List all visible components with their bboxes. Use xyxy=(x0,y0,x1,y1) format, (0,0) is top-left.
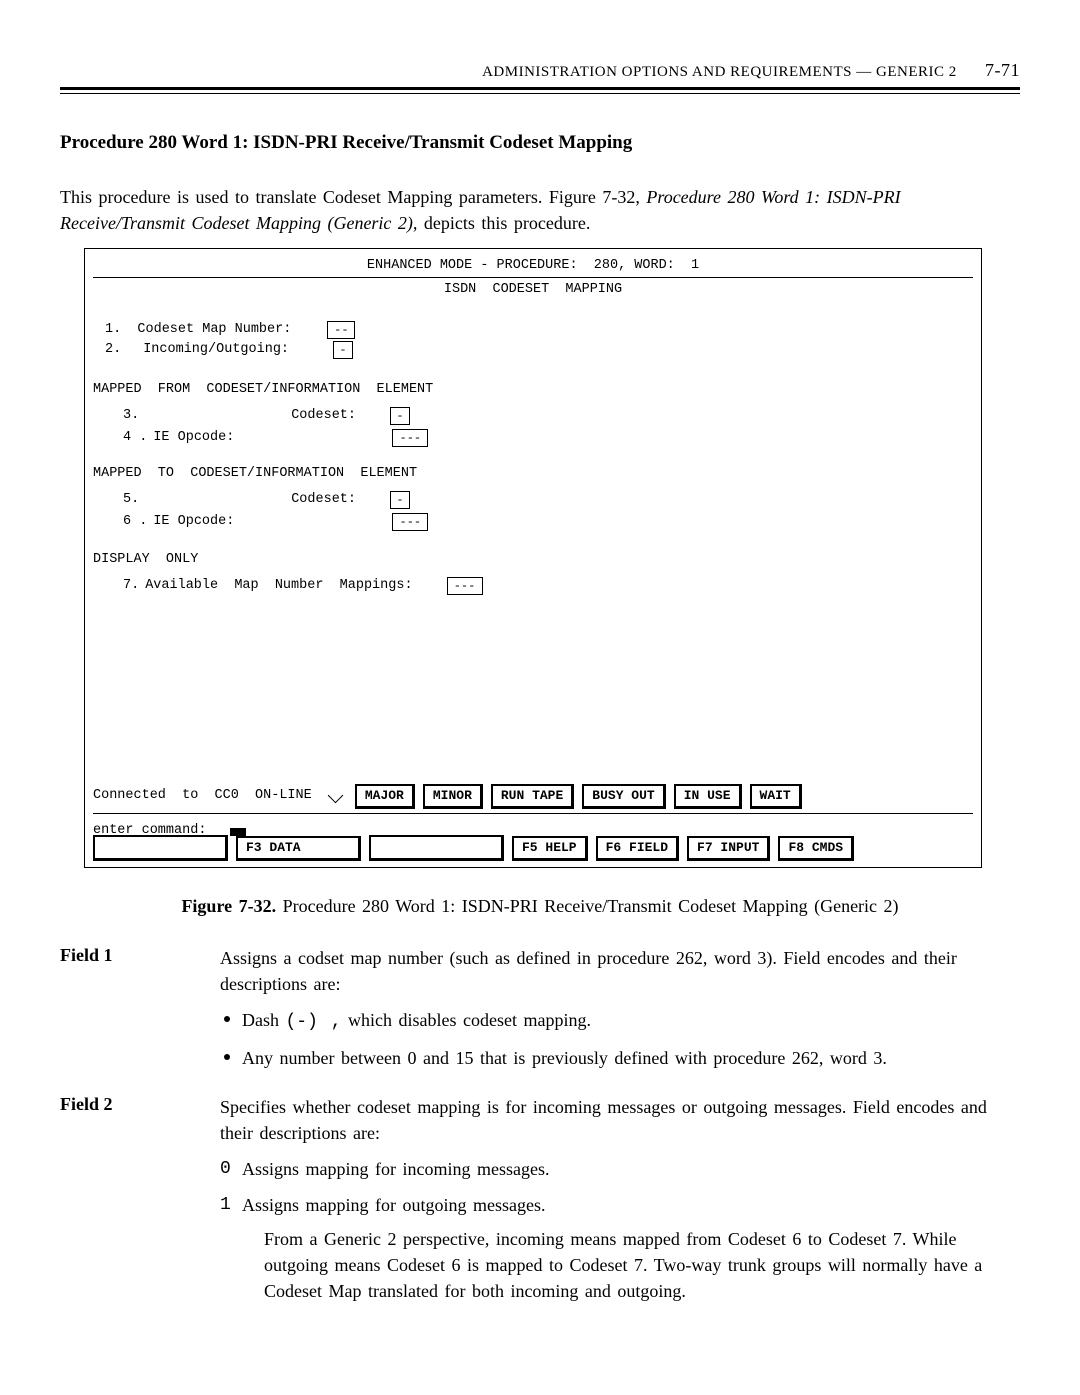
field-value-box[interactable]: - xyxy=(390,491,410,509)
f5-help-button[interactable]: F5 HELP xyxy=(512,836,588,861)
field-1-paragraph: Assigns a codset map number (such as def… xyxy=(220,948,957,994)
dash-code: (-) , xyxy=(286,1012,342,1032)
field-value-box[interactable]: - xyxy=(390,407,410,425)
f8-cmds-button[interactable]: F8 CMDS xyxy=(778,836,854,861)
field-from-ie-opcode: 4 . IE Opcode: --- xyxy=(123,429,428,447)
field-label: Codeset: xyxy=(291,493,356,508)
header-rule xyxy=(60,87,1020,94)
field-2-block: Field 2 Specifies whether codeset mappin… xyxy=(60,1094,1020,1315)
field-available-mappings: 7. Available Map Number Mappings: --- xyxy=(123,577,483,595)
status-wait-button[interactable]: WAIT xyxy=(750,784,802,809)
intro-suffix: depicts this procedure. xyxy=(424,213,590,233)
terminal-title-line: ENHANCED MODE - PROCEDURE: 280, WORD: 1 xyxy=(89,259,977,274)
encode-number-0: 0 xyxy=(220,1156,231,1182)
figure-caption: Figure 7-32. Procedure 280 Word 1: ISDN-… xyxy=(60,896,1020,917)
field-label: IE Opcode: xyxy=(153,515,234,530)
encode-number-1: 1 xyxy=(220,1192,231,1218)
status-in-use-button[interactable]: IN USE xyxy=(674,784,742,809)
section-title: Procedure 280 Word 1: ISDN-PRI Receive/T… xyxy=(60,132,1020,154)
status-row: Connected to CC0 ON-LINE MAJOR MINOR RUN… xyxy=(93,784,973,809)
field-to-codeset: 5. Codeset: - xyxy=(123,491,410,509)
field-label: IE Opcode: xyxy=(153,431,234,446)
terminal-hrule-2 xyxy=(93,813,973,814)
field-label: Available Map Number Mappings: xyxy=(145,579,412,594)
field-2-label: Field 2 xyxy=(60,1094,220,1315)
list-item: 1 Assigns mapping for outgoing messages.… xyxy=(220,1192,1020,1304)
field-value-box: --- xyxy=(447,577,483,595)
function-keys-row: F3 DATA F5 HELP F6 FIELD F7 INPUT F8 CMD… xyxy=(93,835,854,861)
encode-text-0: Assigns mapping for incoming messages. xyxy=(242,1159,549,1179)
list-item: 0 Assigns mapping for incoming messages. xyxy=(220,1156,1020,1182)
figure-caption-number: Figure 7-32. xyxy=(181,896,276,916)
field-number: 2. xyxy=(105,343,121,358)
connection-status-text: Connected to CC0 ON-LINE xyxy=(93,789,320,804)
group-display-only-title: DISPLAY ONLY xyxy=(93,553,198,568)
running-header: ADMINISTRATION OPTIONS AND REQUIREMENTS … xyxy=(60,60,1020,81)
status-busy-out-button[interactable]: BUSY OUT xyxy=(582,784,665,809)
status-major-button[interactable]: MAJOR xyxy=(355,784,415,809)
page-number: 7-71 xyxy=(985,60,1020,80)
f6-field-button[interactable]: F6 FIELD xyxy=(596,836,679,861)
field-number: 5. xyxy=(123,493,139,508)
bullet-text-pre: Dash xyxy=(242,1010,286,1030)
bullet-text: Any number between 0 and 15 that is prev… xyxy=(242,1048,887,1068)
figure-caption-text: Procedure 280 Word 1: ISDN-PRI Receive/T… xyxy=(283,896,899,916)
encode-text-1: Assigns mapping for outgoing messages. xyxy=(242,1195,545,1215)
field-codeset-map-number: 1. Codeset Map Number: -- xyxy=(105,321,355,339)
field-2-paragraph: Specifies whether codeset mapping is for… xyxy=(220,1097,987,1143)
intro-prefix: This procedure is used to translate Code… xyxy=(60,187,646,207)
field-2-note: From a Generic 2 perspective, incoming m… xyxy=(264,1226,1020,1304)
field-value-box[interactable]: --- xyxy=(392,513,428,531)
dropdown-arrow-icon[interactable] xyxy=(328,788,344,804)
field-value-box[interactable]: - xyxy=(333,341,353,359)
field-value-box[interactable]: -- xyxy=(327,321,355,339)
field-number: 4 . xyxy=(123,431,147,446)
list-item: Any number between 0 and 15 that is prev… xyxy=(220,1045,1020,1071)
status-minor-button[interactable]: MINOR xyxy=(423,784,483,809)
status-run-tape-button[interactable]: RUN TAPE xyxy=(491,784,574,809)
f3-data-button[interactable]: F3 DATA xyxy=(236,836,361,861)
command-input-2[interactable] xyxy=(369,835,504,861)
terminal-hrule-1 xyxy=(93,277,973,278)
field-label: Incoming/Outgoing: xyxy=(143,343,289,358)
field-label: 1. Codeset Map Number: xyxy=(105,323,291,338)
field-1-block: Field 1 Assigns a codset map number (suc… xyxy=(60,945,1020,1081)
intro-paragraph: This procedure is used to translate Code… xyxy=(60,184,1020,236)
field-label: Codeset: xyxy=(291,409,356,424)
command-input-1[interactable] xyxy=(93,835,228,861)
bullet-text-post: which disables codeset mapping. xyxy=(342,1010,591,1030)
field-number: 6 . xyxy=(123,515,147,530)
list-item: Dash (-) , which disables codeset mappin… xyxy=(220,1007,1020,1035)
field-incoming-outgoing: 2. Incoming/Outgoing: - xyxy=(105,341,353,359)
field-to-ie-opcode: 6 . IE Opcode: --- xyxy=(123,513,428,531)
running-header-text: ADMINISTRATION OPTIONS AND REQUIREMENTS … xyxy=(482,64,957,80)
group-mapped-to-title: MAPPED TO CODESET/INFORMATION ELEMENT xyxy=(93,467,417,482)
f7-input-button[interactable]: F7 INPUT xyxy=(687,836,770,861)
field-number: 7. xyxy=(123,579,139,594)
field-1-label: Field 1 xyxy=(60,945,220,1081)
field-number: 3. xyxy=(123,409,139,424)
terminal-screen: ENHANCED MODE - PROCEDURE: 280, WORD: 1 … xyxy=(84,248,982,868)
group-mapped-from-title: MAPPED FROM CODESET/INFORMATION ELEMENT xyxy=(93,383,433,398)
field-from-codeset: 3. Codeset: - xyxy=(123,407,410,425)
terminal-subtitle: ISDN CODESET MAPPING xyxy=(89,283,977,298)
field-value-box[interactable]: --- xyxy=(392,429,428,447)
